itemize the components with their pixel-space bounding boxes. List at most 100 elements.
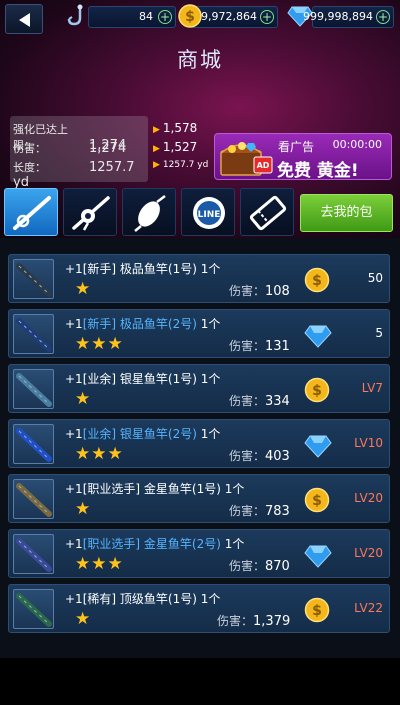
stat-damage-label: 伤害 — [13, 142, 35, 155]
gold-coin-icon: $ — [304, 487, 330, 513]
shop-item[interactable]: +1[业余] 银星鱼竿(2号) 1个 ★★★ 伤害：403 LV10 — [8, 419, 390, 468]
shop-item[interactable]: +1[稀有] 顶级鱼竿(1号) 1个 ★ 伤害：1,379 $ LV22 — [8, 584, 390, 633]
item-title: +1[业余] 银星鱼竿(2号) 1个 — [65, 425, 220, 442]
fishing-rod-icon — [16, 538, 52, 572]
shop-item[interactable]: +1[业余] 银星鱼竿(1号) 1个 ★ 伤害：334 $ LV7 — [8, 364, 390, 413]
damage-value: 334 — [265, 394, 290, 409]
treasure-chest-icon: AD — [220, 142, 273, 176]
tab-tickets[interactable] — [240, 188, 294, 236]
back-arrow-icon — [19, 13, 30, 27]
item-prefix: +1 — [65, 372, 83, 386]
svg-text:$: $ — [185, 9, 195, 25]
up-arrow-icon: ▶ — [153, 160, 160, 170]
item-tag: [业余] — [82, 427, 117, 441]
line-badge: LINE — [198, 210, 221, 220]
fishing-rod-icon — [16, 483, 52, 517]
star-rating: ★★★ — [75, 554, 124, 574]
rod-thumbnail — [13, 369, 54, 409]
rod-thumbnail — [13, 314, 54, 354]
item-prefix: +1 — [65, 592, 83, 606]
tab-rods[interactable] — [4, 188, 58, 236]
damage-value: 1,379 — [253, 614, 291, 629]
item-name: 金星鱼竿(1号) — [143, 482, 221, 496]
damage-label: 伤害： — [229, 559, 266, 573]
item-damage: 伤害：1,379 — [217, 612, 290, 629]
item-title: +1[职业选手] 金星鱼竿(2号) 1个 — [65, 535, 244, 552]
add-diamond-button[interactable]: + — [376, 10, 390, 24]
item-damage: 伤害：403 — [229, 447, 290, 464]
ad-badge: AD — [257, 161, 270, 170]
level-requirement[interactable]: LV7 — [362, 381, 383, 395]
item-name: 极品鱼竿(1号) — [119, 262, 197, 276]
item-price[interactable]: 50 — [368, 271, 383, 285]
page-title: 商城 — [177, 48, 223, 72]
fish-counter: 84 + — [88, 6, 176, 28]
star-rating: ★★★ — [75, 444, 124, 464]
level-requirement[interactable]: LV10 — [354, 436, 383, 450]
add-fish-button[interactable]: + — [158, 10, 172, 24]
shop-item[interactable]: +1[新手] 极品鱼竿(2号) 1个 ★★★ 伤害：131 5 — [8, 309, 390, 358]
item-damage: 伤害：783 — [229, 502, 290, 519]
damage-label: 伤害： — [229, 504, 266, 518]
diamond-icon — [304, 325, 332, 348]
star-rating: ★ — [75, 279, 92, 299]
shop-item[interactable]: +1[职业选手] 金星鱼竿(2号) 1个 ★★★ 伤害：870 LV20 — [8, 529, 390, 578]
svg-text:$: $ — [312, 603, 322, 619]
tab-lines[interactable]: LINE — [181, 188, 235, 236]
stat-length-label: 长度 — [13, 161, 35, 174]
item-qty: 1个 — [200, 262, 221, 276]
line-spool-icon: LINE — [193, 197, 225, 229]
item-name: 银星鱼竿(2号) — [119, 427, 197, 441]
item-price[interactable]: 5 — [375, 326, 383, 340]
back-button[interactable] — [5, 4, 43, 34]
damage-value: 131 — [265, 339, 290, 354]
item-damage: 伤害：131 — [229, 337, 290, 354]
svg-text:$: $ — [312, 273, 322, 289]
tab-floats[interactable] — [122, 188, 176, 236]
damage-value: 108 — [265, 284, 290, 299]
fishing-rod-icon — [16, 373, 52, 407]
upgrade-length: ▶ 1257.7 yd — [153, 160, 208, 170]
item-tag: [新手] — [82, 262, 117, 276]
damage-label: 伤害： — [229, 284, 266, 298]
item-damage: 伤害：108 — [229, 282, 290, 299]
add-gold-button[interactable]: + — [260, 10, 274, 24]
rod-thumbnail — [13, 424, 54, 464]
item-qty: 1个 — [200, 317, 221, 331]
item-damage: 伤害：870 — [229, 557, 290, 574]
damage-label: 伤害： — [229, 339, 266, 353]
shop-item[interactable]: +1[新手] 极品鱼竿(1号) 1个 ★ 伤害：108 $50 — [8, 254, 390, 303]
item-name: 金星鱼竿(2号) — [143, 537, 221, 551]
stat-length: 长度： 1257.7 yd — [13, 160, 135, 190]
damage-label: 伤害： — [229, 449, 266, 463]
item-tag: [新手] — [82, 317, 117, 331]
gold-coin-icon: $ — [304, 597, 330, 623]
fishing-rod-icon — [13, 196, 51, 230]
level-requirement[interactable]: LV20 — [354, 491, 383, 505]
tab-reels[interactable] — [63, 188, 117, 236]
item-title: +1[职业选手] 金星鱼竿(1号) 1个 — [65, 480, 244, 497]
level-requirement[interactable]: LV22 — [354, 601, 383, 615]
item-prefix: +1 — [65, 262, 83, 276]
diamond-icon — [304, 435, 332, 458]
upgrade-damage-value: 1,527 — [162, 140, 198, 154]
fish-count-value: 84 — [139, 10, 153, 23]
stat-damage-value: 1,274 — [89, 141, 127, 156]
level-requirement[interactable]: LV20 — [354, 546, 383, 560]
item-prefix: +1 — [65, 537, 83, 551]
rod-thumbnail — [13, 589, 54, 629]
go-to-bag-button[interactable]: 去我的包 — [300, 194, 393, 232]
shop-item[interactable]: +1[职业选手] 金星鱼竿(1号) 1个 ★ 伤害：783 $ LV20 — [8, 474, 390, 523]
damage-value: 403 — [265, 449, 290, 464]
item-name: 极品鱼竿(2号) — [119, 317, 197, 331]
up-arrow-icon: ▶ — [153, 144, 160, 154]
gold-counter: 999,972,864 + — [187, 6, 278, 28]
svg-text:$: $ — [312, 493, 322, 509]
watch-ad-button[interactable]: AD 看广告 00:00:00 免费 黄金! — [214, 133, 392, 181]
fishing-rod-icon — [16, 428, 52, 462]
up-arrow-icon: ▶ — [153, 125, 160, 135]
fishing-rod-icon — [16, 318, 52, 352]
diamond-value: 999,998,894 — [303, 10, 373, 23]
ad-reward-text: 免费 黄金! — [277, 161, 359, 181]
item-title: +1[新手] 极品鱼竿(2号) 1个 — [65, 315, 220, 332]
